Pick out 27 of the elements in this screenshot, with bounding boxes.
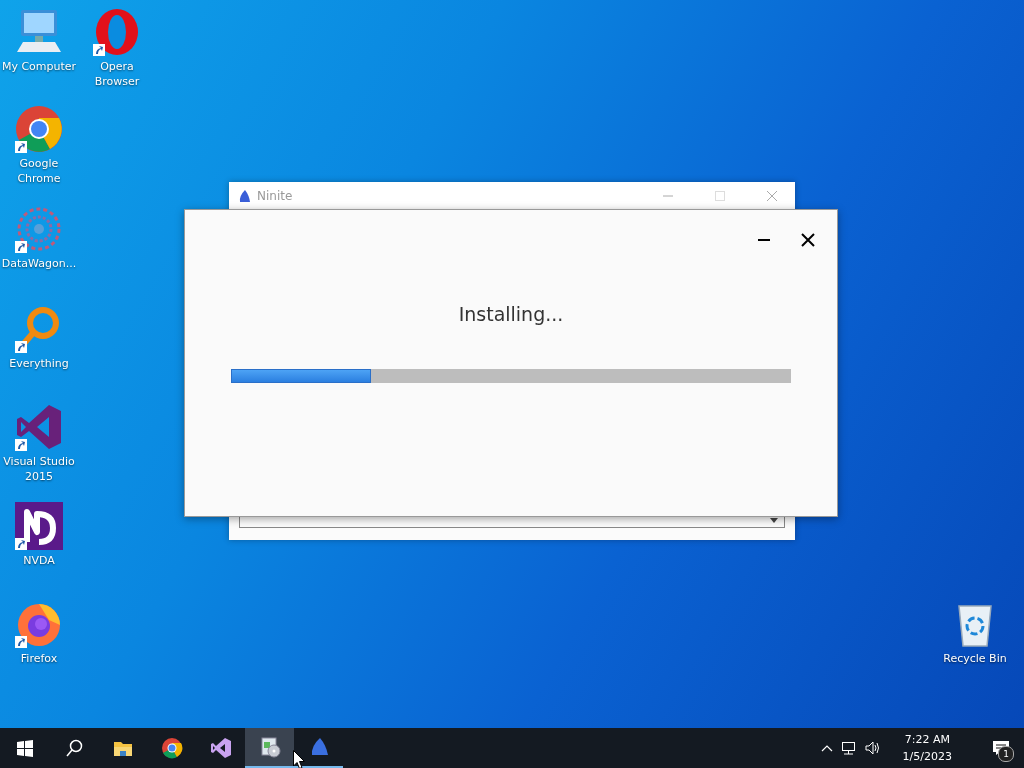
network-icon[interactable] [840,741,857,755]
icon-label[interactable]: Everything [9,356,69,371]
sailboat-icon [237,189,251,203]
icon-label[interactable]: Recycle Bin [943,651,1007,666]
installer-icon[interactable] [258,736,281,758]
icon-label[interactable]: Firefox [20,651,58,666]
chrome-logo-icon[interactable] [160,737,183,759]
taskbar-button[interactable] [245,728,294,768]
icon-label[interactable]: Visual Studio 2015 [0,454,79,484]
opera-logo-icon[interactable] [93,8,141,56]
nvda-logo-icon[interactable] [15,502,63,550]
chevron-up-icon[interactable] [820,744,833,752]
clock-button[interactable]: 7:22 AM 1/5/2023 [894,731,960,765]
mouse-cursor-icon [293,750,305,768]
volume-icon[interactable] [864,741,881,755]
flower-pattern-icon[interactable] [15,205,63,253]
icon-label[interactable]: Opera Browser [77,59,157,89]
icon-label[interactable]: My Computer [1,59,77,74]
icon-label[interactable]: DataWagon... [1,256,77,271]
status-text: Installing... [458,303,564,325]
close-icon[interactable] [801,233,815,247]
visual-studio-logo-icon[interactable] [209,737,232,759]
notification-count: 1 [998,746,1014,762]
window-title: Ninite [257,189,293,203]
icon-label[interactable]: Google Chrome [0,156,79,186]
visual-studio-logo-icon[interactable] [15,403,63,451]
icon-label[interactable]: NVDA [23,553,55,568]
